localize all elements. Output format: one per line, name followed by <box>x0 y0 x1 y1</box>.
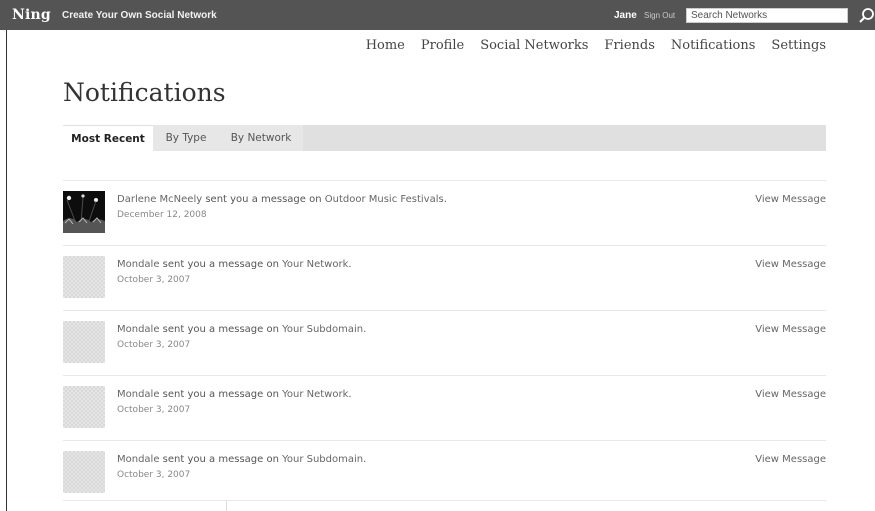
nav-social-networks[interactable]: Social Networks <box>480 38 588 53</box>
tab-bar-filler <box>303 125 826 151</box>
view-message-link[interactable]: View Message <box>755 194 826 205</box>
network-link[interactable]: Your Network <box>282 259 348 270</box>
notification-text: Mondale sent you a message on Your Netwo… <box>117 259 352 270</box>
sender-avatar[interactable] <box>63 386 105 428</box>
notification-verb: sent you a message on <box>159 259 283 270</box>
nav-friends[interactable]: Friends <box>604 38 654 53</box>
sender-link[interactable]: Darlene McNeely <box>117 194 202 205</box>
network-link[interactable]: Your Network <box>282 389 348 400</box>
sign-out-link[interactable]: Sign Out <box>644 11 675 20</box>
notification-text: Darlene McNeely sent you a message on Ou… <box>117 194 447 205</box>
notification-text: Mondale sent you a message on Your Subdo… <box>117 454 366 465</box>
tab-bar: Most Recent By Type By Network <box>63 125 826 154</box>
notification-end: . <box>348 259 352 270</box>
notification-verb: sent you a message on <box>159 454 283 465</box>
search-icon[interactable] <box>858 7 875 24</box>
notification-end: . <box>363 324 367 335</box>
notification-date: October 3, 2007 <box>117 405 191 415</box>
search-networks-input[interactable] <box>686 8 848 23</box>
view-message-link[interactable]: View Message <box>755 259 826 270</box>
notification-item: Mondale sent you a message on Your Subdo… <box>63 440 826 505</box>
list-bottom-divider <box>63 500 826 501</box>
view-message-link[interactable]: View Message <box>755 454 826 465</box>
current-user-link[interactable]: Jane <box>614 10 637 21</box>
network-link[interactable]: Your Subdomain <box>282 324 363 335</box>
notification-date: December 12, 2008 <box>117 210 207 220</box>
notification-end: . <box>363 454 367 465</box>
notification-verb: sent you a message on <box>159 324 283 335</box>
notification-list: Darlene McNeely sent you a message on Ou… <box>63 180 826 505</box>
top-bar: Ning Create Your Own Social Network Jane… <box>0 0 875 30</box>
tab-most-recent[interactable]: Most Recent <box>63 125 153 154</box>
nav-profile[interactable]: Profile <box>421 38 464 53</box>
main-nav: Home Profile Social Networks Friends Not… <box>366 38 826 53</box>
notification-end: . <box>443 194 447 205</box>
sender-avatar[interactable] <box>63 451 105 493</box>
notification-date: October 3, 2007 <box>117 340 191 350</box>
notification-item: Mondale sent you a message on Your Netwo… <box>63 375 826 440</box>
notification-date: October 3, 2007 <box>117 275 191 285</box>
tab-by-network[interactable]: By Network <box>219 125 303 151</box>
sender-link[interactable]: Mondale <box>117 454 160 465</box>
notification-end: . <box>348 389 352 400</box>
column-divider <box>226 501 227 511</box>
notification-item: Darlene McNeely sent you a message on Ou… <box>63 180 826 245</box>
tab-by-type[interactable]: By Type <box>153 125 219 151</box>
nav-settings[interactable]: Settings <box>771 38 826 53</box>
sender-link[interactable]: Mondale <box>117 324 160 335</box>
window-border <box>6 0 7 511</box>
notification-item: Mondale sent you a message on Your Subdo… <box>63 310 826 375</box>
page-title: Notifications <box>63 78 226 107</box>
sender-link[interactable]: Mondale <box>117 259 160 270</box>
create-network-link[interactable]: Create Your Own Social Network <box>62 10 217 21</box>
notification-verb: sent you a message on <box>159 389 283 400</box>
network-link[interactable]: Outdoor Music Festivals <box>325 194 444 205</box>
notification-date: October 3, 2007 <box>117 470 191 480</box>
ning-logo[interactable]: Ning <box>12 7 51 23</box>
notification-text: Mondale sent you a message on Your Subdo… <box>117 324 366 335</box>
sender-avatar[interactable] <box>63 191 105 233</box>
nav-notifications[interactable]: Notifications <box>671 38 756 53</box>
network-link[interactable]: Your Subdomain <box>282 454 363 465</box>
notification-item: Mondale sent you a message on Your Netwo… <box>63 245 826 310</box>
sender-avatar[interactable] <box>63 256 105 298</box>
sender-link[interactable]: Mondale <box>117 389 160 400</box>
view-message-link[interactable]: View Message <box>755 324 826 335</box>
notification-verb: sent you a message on <box>202 194 325 205</box>
nav-home[interactable]: Home <box>366 38 405 53</box>
notification-text: Mondale sent you a message on Your Netwo… <box>117 389 352 400</box>
view-message-link[interactable]: View Message <box>755 389 826 400</box>
sender-avatar[interactable] <box>63 321 105 363</box>
